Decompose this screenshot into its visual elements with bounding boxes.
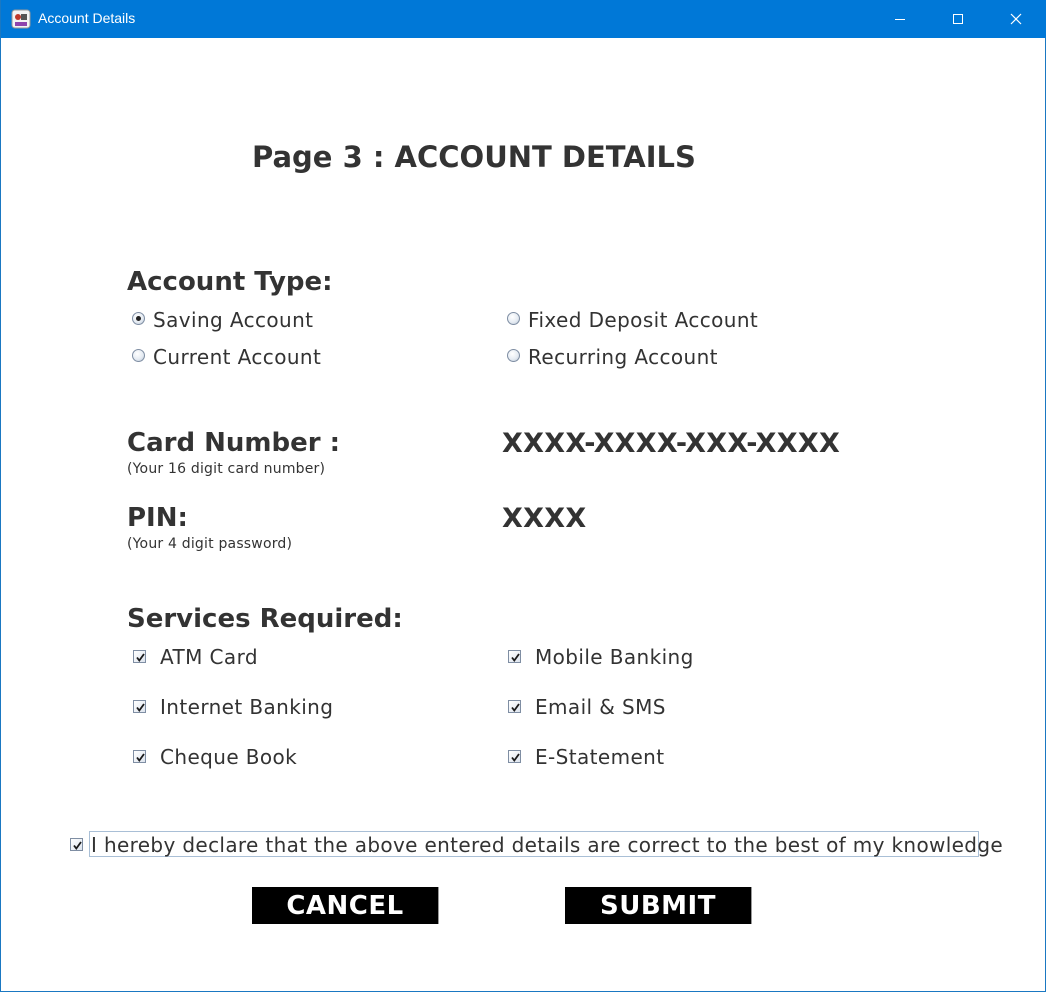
current-account-label[interactable]: Current Account [153, 345, 321, 369]
account-details-window: Account Details Page 3 : ACCOUNT DETAILS… [0, 0, 1046, 992]
cheque-book-checkbox[interactable] [133, 750, 146, 763]
atm-card-label[interactable]: ATM Card [160, 645, 258, 669]
recurring-account-label[interactable]: Recurring Account [528, 345, 718, 369]
current-account-radio[interactable] [132, 349, 145, 362]
maximize-button[interactable] [929, 0, 987, 38]
card-number-label: Card Number : [127, 428, 340, 458]
card-number-value: XXXX-XXXX-XXX-XXXX [502, 428, 841, 459]
title-bar: Account Details [1, 0, 1046, 38]
services-heading: Services Required: [127, 604, 403, 634]
pin-value: XXXX [502, 503, 587, 534]
atm-card-checkbox[interactable] [133, 650, 146, 663]
close-icon [1010, 13, 1022, 25]
pin-label: PIN: [127, 503, 188, 533]
maximize-icon [952, 13, 964, 25]
fixed-deposit-account-radio[interactable] [507, 312, 520, 325]
internet-banking-label[interactable]: Internet Banking [160, 695, 333, 719]
cancel-button[interactable]: CANCEL [252, 887, 439, 924]
mobile-banking-checkbox[interactable] [508, 650, 521, 663]
window-title: Account Details [38, 10, 136, 26]
minimize-icon [894, 13, 906, 25]
internet-banking-checkbox[interactable] [133, 700, 146, 713]
declaration-checkbox[interactable] [70, 838, 83, 851]
minimize-button[interactable] [871, 0, 929, 38]
card-number-hint: (Your 16 digit card number) [127, 461, 326, 477]
email-sms-label[interactable]: Email & SMS [535, 695, 666, 719]
close-button[interactable] [987, 0, 1045, 38]
e-statement-checkbox[interactable] [508, 750, 521, 763]
email-sms-checkbox[interactable] [508, 700, 521, 713]
account-type-heading: Account Type: [127, 267, 333, 297]
saving-account-radio[interactable] [132, 312, 145, 325]
cheque-book-label[interactable]: Cheque Book [160, 745, 297, 769]
submit-button[interactable]: SUBMIT [565, 887, 752, 924]
saving-account-label[interactable]: Saving Account [153, 308, 313, 332]
fixed-deposit-account-label[interactable]: Fixed Deposit Account [528, 308, 758, 332]
e-statement-label[interactable]: E-Statement [535, 745, 665, 769]
declaration-label: I hereby declare that the above entered … [91, 833, 1004, 857]
page-title: Page 3 : ACCOUNT DETAILS [252, 140, 696, 174]
mobile-banking-label[interactable]: Mobile Banking [535, 645, 694, 669]
pin-hint: (Your 4 digit password) [127, 536, 293, 552]
app-icon [11, 9, 31, 29]
declaration-focus-box[interactable]: I hereby declare that the above entered … [89, 831, 1003, 857]
recurring-account-radio[interactable] [507, 349, 520, 362]
